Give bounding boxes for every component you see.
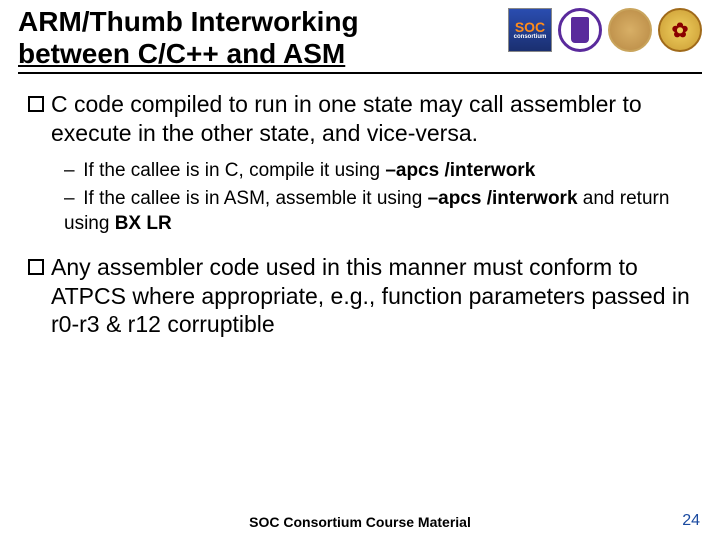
university-logo-3: ✿	[658, 8, 702, 52]
sub-text-bold: –apcs /interwork	[428, 188, 578, 209]
logo-row: SOC consortium ✿	[508, 6, 702, 52]
dash-icon: –	[64, 186, 78, 212]
university-logo-1	[558, 8, 602, 52]
sub-bullet-list: – If the callee is in C, compile it usin…	[28, 154, 694, 253]
title-line-1: ARM/Thumb Interworking	[18, 6, 359, 37]
square-bullet-icon	[28, 259, 44, 275]
dash-icon: –	[64, 158, 78, 184]
soc-logo-text-bottom: consortium	[514, 34, 547, 40]
title-line-2: between C/C++ and ASM	[18, 38, 345, 69]
soc-consortium-logo: SOC consortium	[508, 8, 552, 52]
page-number: 24	[682, 512, 700, 530]
sub-text-bold2: BX LR	[115, 213, 172, 234]
bullet-item: C code compiled to run in one state may …	[28, 90, 694, 148]
sub-text-prefix: If the callee is in C, compile it using	[83, 160, 385, 181]
soc-logo-text-top: SOC	[515, 20, 545, 34]
bullet-text: Any assembler code used in this manner m…	[51, 253, 694, 339]
slide-footer: SOC Consortium Course Material	[0, 514, 720, 530]
slide-header: ARM/Thumb Interworking between C/C++ and…	[0, 0, 720, 70]
bullet-item: Any assembler code used in this manner m…	[28, 253, 694, 339]
sub-bullet-item: – If the callee is in C, compile it usin…	[64, 158, 694, 184]
sub-text-bold: –apcs /interwork	[385, 160, 535, 181]
sub-bullet-item: – If the callee is in ASM, assemble it u…	[64, 186, 694, 237]
university-logo-2	[608, 8, 652, 52]
slide-title: ARM/Thumb Interworking between C/C++ and…	[18, 6, 508, 70]
slide-body: C code compiled to run in one state may …	[0, 74, 720, 339]
square-bullet-icon	[28, 96, 44, 112]
sub-text-prefix: If the callee is in ASM, assemble it usi…	[83, 188, 427, 209]
bullet-text: C code compiled to run in one state may …	[51, 90, 694, 148]
